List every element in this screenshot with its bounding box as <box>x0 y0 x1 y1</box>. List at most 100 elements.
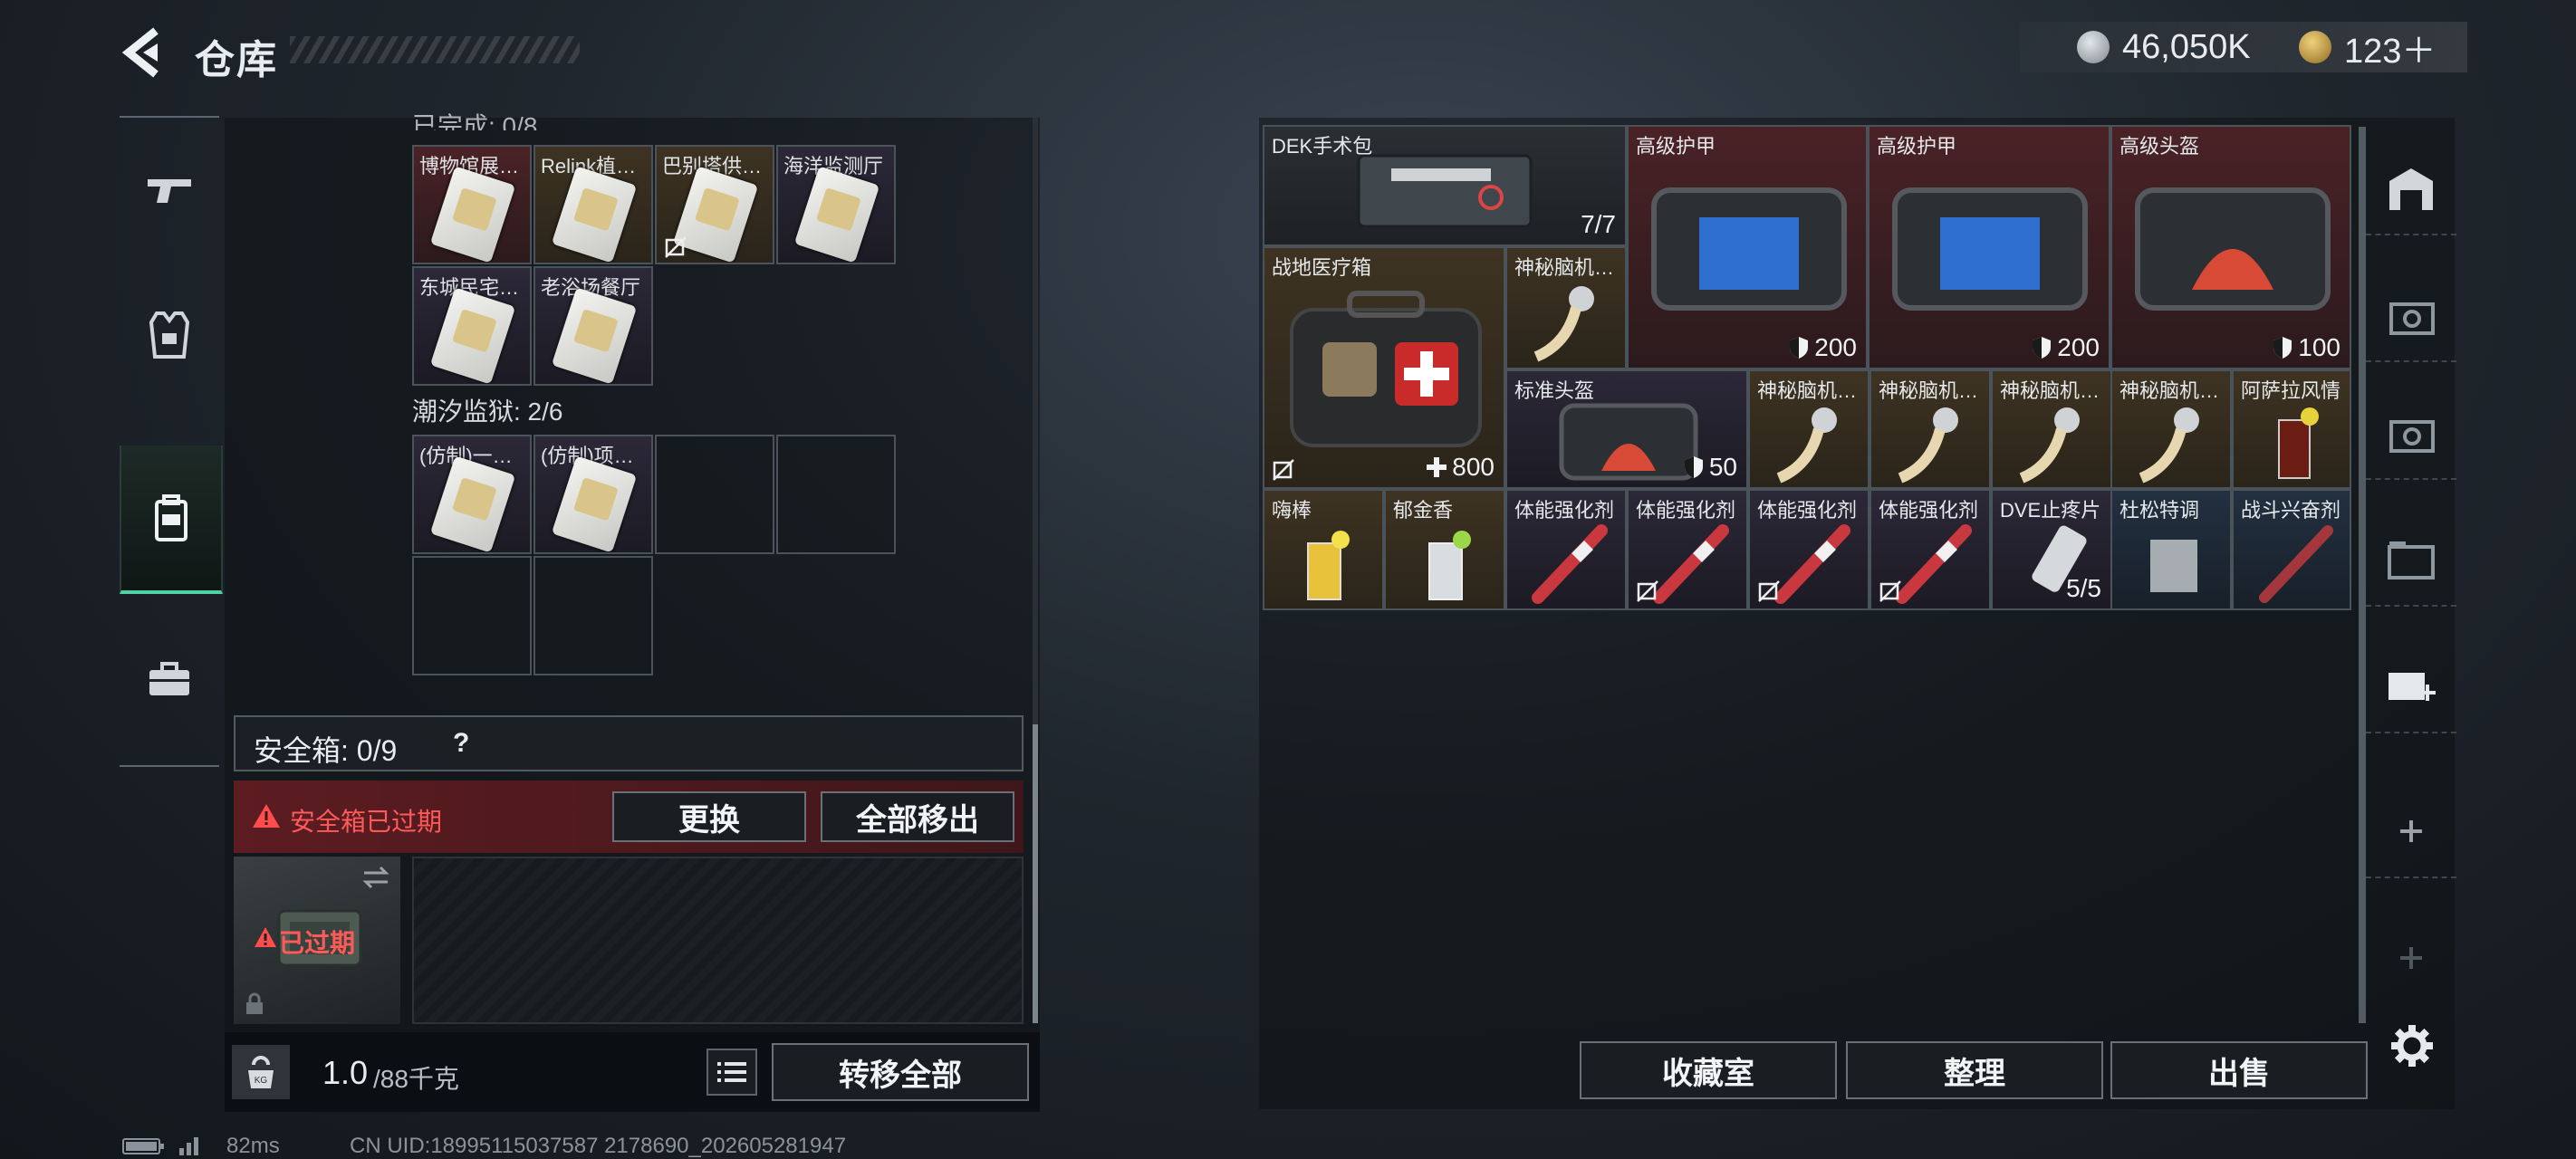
brain-chip-icon <box>1533 286 1594 362</box>
tab-storage-6[interactable] <box>2366 514 2456 607</box>
durability-badge: 200 <box>2032 333 2100 362</box>
expired-tag: 已过期 <box>279 929 356 957</box>
item-slot[interactable]: 神秘脑机… <box>1870 369 1991 489</box>
signal-icon <box>179 1137 198 1155</box>
tab-add-storage[interactable] <box>2366 641 2456 733</box>
medkit-icon <box>1290 291 1482 447</box>
nav-toolbox[interactable] <box>120 607 219 752</box>
shield-icon <box>1790 337 1809 359</box>
item-slot[interactable]: 体能强化剂 <box>1505 489 1627 610</box>
nav-backpack[interactable] <box>120 445 223 594</box>
organize-button[interactable]: 整理 <box>1846 1041 2103 1099</box>
item-slot[interactable]: 战地医疗箱 800 <box>1263 246 1505 489</box>
collectible-slot[interactable]: 博物馆展… <box>412 145 532 264</box>
armor-icon <box>1892 187 2088 311</box>
durability-badge: 100 <box>2273 333 2341 362</box>
keycard-icon <box>429 287 516 384</box>
collectible-slot[interactable]: (仿制)一… <box>412 435 532 554</box>
currency-gold[interactable]: 123＋ <box>2299 25 2436 71</box>
tab-storage-5[interactable] <box>2366 388 2456 480</box>
add-crate-icon <box>2389 673 2436 701</box>
no-trade-icon <box>1758 580 1780 602</box>
replace-button[interactable]: 更换 <box>612 791 806 842</box>
add-slot-button[interactable] <box>2366 786 2456 878</box>
keycard-icon <box>551 166 638 263</box>
item-slot[interactable]: 神秘脑机… <box>1748 369 1870 489</box>
item-slot[interactable]: 郁金香 <box>1384 489 1505 610</box>
item-slot[interactable]: 高级护甲 200 <box>1627 125 1868 369</box>
tab-warehouse[interactable] <box>2366 143 2456 235</box>
item-slot[interactable]: 高级头盔 100 <box>2110 125 2351 369</box>
brain-chip-icon <box>2019 407 2080 484</box>
weight-icon: KG <box>232 1045 290 1099</box>
collection-room-button[interactable]: 收藏室 <box>1580 1041 1837 1099</box>
keycard-icon <box>551 455 638 552</box>
syringe-icon <box>1896 524 1972 604</box>
collectible-slot[interactable]: 巴别塔供… <box>655 145 774 264</box>
nav-weapon[interactable] <box>120 118 219 263</box>
collectible-slot[interactable]: (仿制)项… <box>533 435 653 554</box>
scrollbar-thumb[interactable] <box>1033 724 1038 1023</box>
item-slot[interactable]: 体能强化剂 <box>1627 489 1748 610</box>
crate-icon <box>2389 420 2435 453</box>
silver-coin-icon <box>2077 31 2110 63</box>
folder-icon <box>2388 541 2435 580</box>
nav-armor[interactable] <box>120 263 219 407</box>
currency-silver[interactable]: 46,050K <box>2077 25 2251 69</box>
item-slot[interactable]: 杜松特调 <box>2110 489 2232 610</box>
storage-scrollbar[interactable] <box>2359 127 2366 1023</box>
item-slot[interactable]: 战斗兴奋剂 <box>2232 489 2351 610</box>
empty-slot[interactable] <box>412 556 532 675</box>
storage-tabs <box>2366 116 2456 1021</box>
swap-icon[interactable] <box>360 864 391 891</box>
item-slot[interactable]: 体能强化剂 <box>1748 489 1870 610</box>
item-slot[interactable]: 神秘脑机… <box>1991 369 2112 489</box>
settings-gear-icon[interactable] <box>2389 1023 2435 1068</box>
safebox-thumbnail[interactable]: 已过期 <box>234 857 400 1024</box>
collectible-slot[interactable]: 东城民宅… <box>412 266 532 386</box>
category-nav <box>120 116 223 767</box>
surgical-kit-icon <box>1357 154 1533 228</box>
shield-icon <box>2273 337 2292 359</box>
collectible-slot[interactable]: 海洋监测厅 <box>776 145 896 264</box>
item-slot[interactable]: DEK手术包 7/7 <box>1263 125 1627 246</box>
page-title: 仓库 <box>195 38 278 82</box>
empty-slot[interactable] <box>533 556 653 675</box>
collectible-slot[interactable]: Relink植… <box>533 145 653 264</box>
empty-slot[interactable] <box>655 435 774 554</box>
item-slot[interactable]: 神秘脑机… <box>2110 369 2232 489</box>
tab-storage-4[interactable] <box>2366 270 2456 362</box>
weight-value: 1.0 <box>322 1054 369 1091</box>
vest-icon <box>149 311 190 359</box>
keycard-icon <box>429 455 516 552</box>
no-trade-icon <box>665 236 687 258</box>
whiskey-glass-icon <box>2150 540 2197 592</box>
item-slot[interactable]: 体能强化剂 <box>1870 489 1991 610</box>
remove-all-button[interactable]: 全部移出 <box>821 791 1014 842</box>
item-slot[interactable]: 嗨棒 <box>1263 489 1384 610</box>
transfer-all-button[interactable]: 转移全部 <box>772 1043 1029 1101</box>
item-slot[interactable]: DVE止疼片 5/5 <box>1991 489 2112 610</box>
item-slot[interactable]: 高级护甲 200 <box>1868 125 2110 369</box>
back-arrow-icon[interactable] <box>118 25 172 80</box>
cocktail-icon <box>2278 407 2319 479</box>
empty-slot[interactable] <box>776 435 896 554</box>
helmet-bag-icon <box>2135 187 2331 311</box>
list-view-button[interactable] <box>706 1049 757 1096</box>
heal-badge: 800 <box>1427 453 1495 482</box>
item-slot[interactable]: 标准头盔 50 <box>1505 369 1748 489</box>
collectible-slot[interactable]: 老浴场餐厅 <box>533 266 653 386</box>
sell-button[interactable]: 出售 <box>2110 1041 2368 1099</box>
no-trade-icon <box>1879 580 1901 602</box>
uid-text: CN UID:18995115037587 2178690_2026052819… <box>350 1134 847 1158</box>
brain-chip-icon <box>1898 407 1958 484</box>
item-slot[interactable]: 阿萨拉风情 <box>2232 369 2351 489</box>
safebox-grid[interactable] <box>412 857 1024 1024</box>
help-icon[interactable]: ? <box>453 728 469 759</box>
safebox-label: 安全箱: 0/9 <box>254 734 398 767</box>
item-slot[interactable]: 神秘脑机… <box>1505 246 1627 369</box>
shield-icon <box>2033 337 2052 359</box>
kettlebell-icon: KG <box>248 1056 274 1088</box>
plus-icon <box>2400 820 2422 842</box>
keycard-icon <box>429 166 516 263</box>
